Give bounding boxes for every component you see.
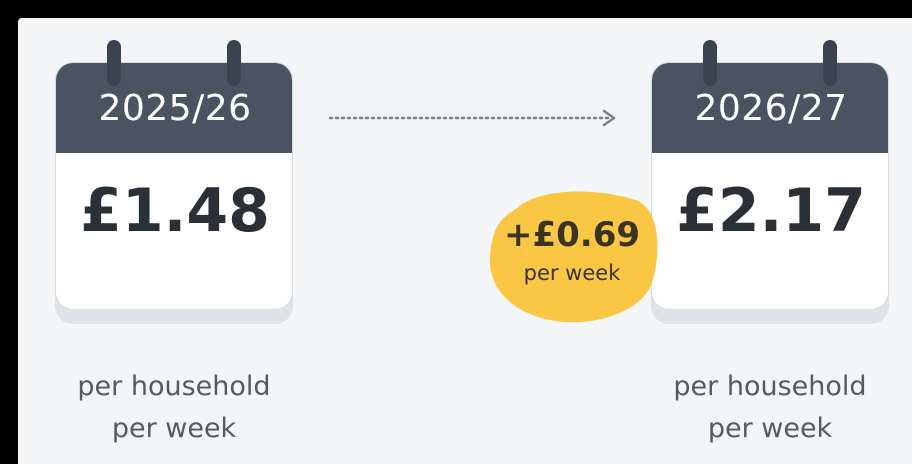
calendar-amount: £1.48 — [80, 176, 270, 246]
caption-before: per household per week — [44, 366, 304, 450]
caption-line: per week — [707, 413, 833, 444]
increase-unit: per week — [523, 261, 621, 285]
dotted-arrow-icon — [328, 109, 616, 127]
calendar-ring-icon — [703, 40, 717, 86]
calendar-card: 2026/27 £2.17 — [651, 62, 889, 310]
caption-line: per household — [77, 371, 271, 402]
caption-after: per household per week — [640, 366, 900, 450]
calendar-ring-icon — [227, 40, 241, 86]
badge-blob-icon — [489, 191, 658, 323]
calendar-year-header: 2026/27 — [652, 63, 888, 153]
calendar-card: 2025/26 £1.48 — [55, 62, 293, 310]
comparison-panel: 2025/26 £1.48 2026/27 £2.17 +£0.69 per w… — [18, 18, 912, 464]
calendar-2025-26: 2025/26 £1.48 — [55, 40, 293, 324]
increase-badge: +£0.69 per week — [486, 187, 658, 325]
caption-line: per week — [111, 413, 237, 444]
calendar-year-header: 2025/26 — [56, 63, 292, 153]
calendar-ring-icon — [823, 40, 837, 86]
calendar-amount: £2.17 — [676, 176, 866, 246]
calendar-2026-27: 2026/27 £2.17 — [651, 40, 889, 324]
caption-line: per household — [673, 371, 867, 402]
increase-amount: +£0.69 — [503, 215, 641, 255]
calendar-ring-icon — [107, 40, 121, 86]
